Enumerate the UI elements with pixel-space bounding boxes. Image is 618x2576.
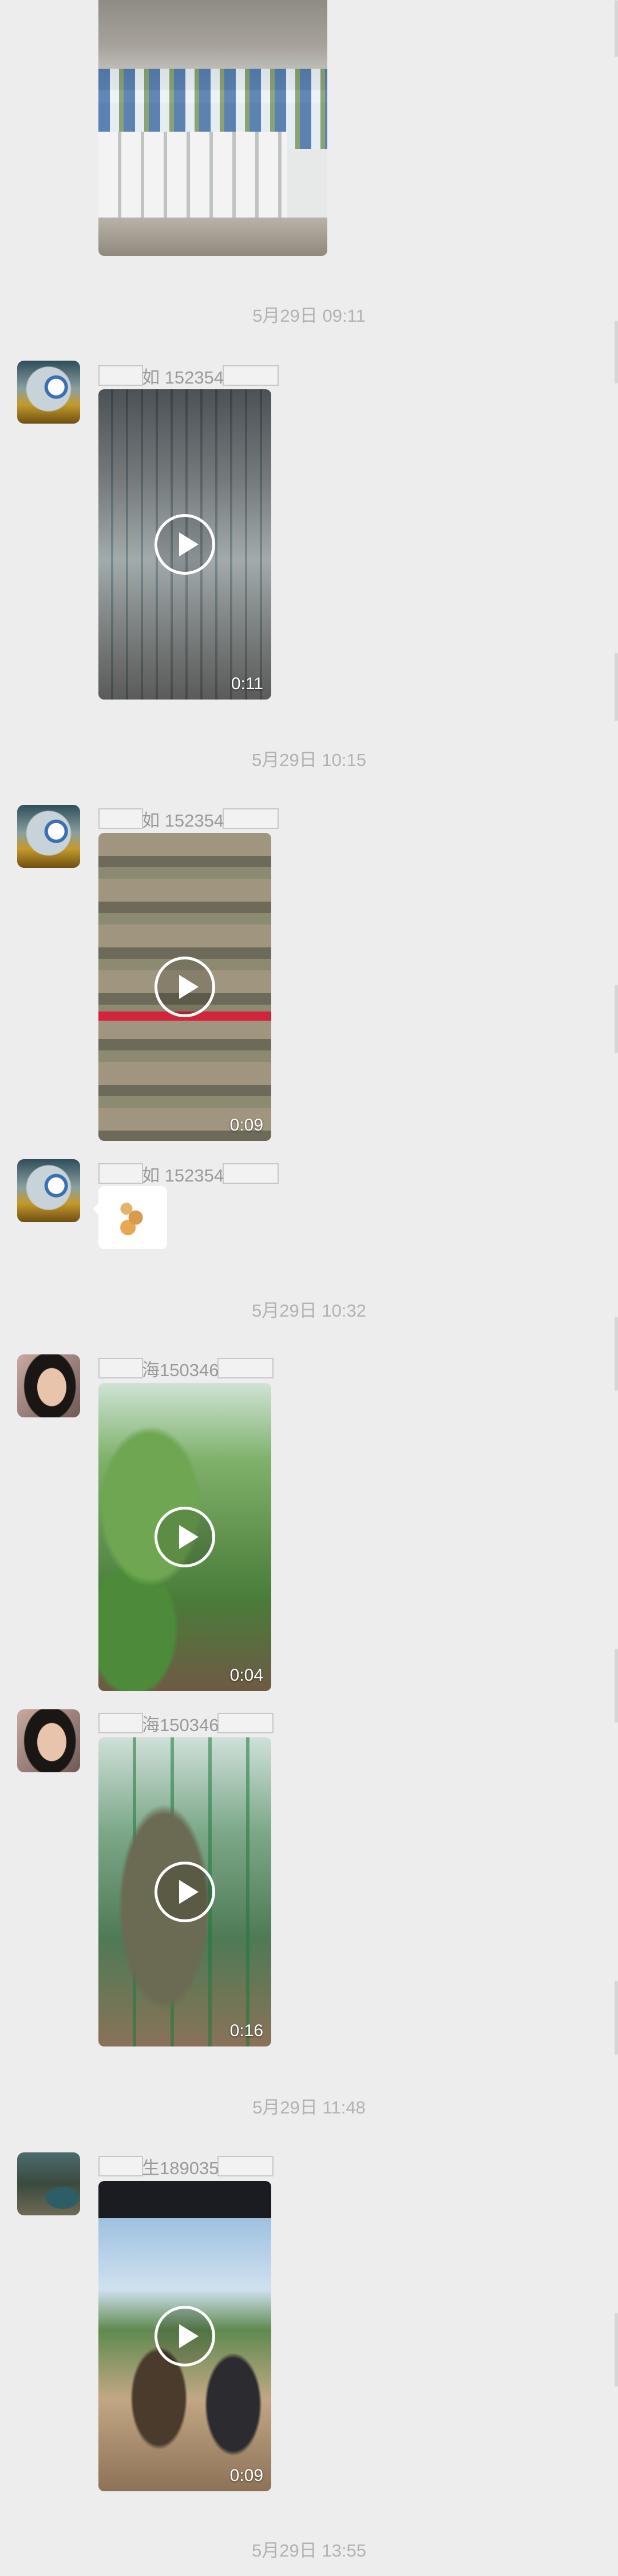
redacted-box [217, 1358, 274, 1378]
image-message[interactable] [98, 0, 327, 256]
sender-name-text: 生189035 [142, 2158, 219, 2178]
sender-name-text: 如 152354 [142, 367, 224, 388]
scroll-indicator [615, 1649, 618, 1723]
timestamp: 5月29日 11:48 [252, 2097, 366, 2117]
scroll-indicator [615, 985, 618, 1053]
timestamp: 5月29日 10:15 [252, 750, 366, 770]
redacted-box [98, 2156, 143, 2176]
scroll-indicator [615, 2313, 618, 2387]
redacted-box [223, 1163, 279, 1184]
redacted-box [98, 1163, 143, 1184]
avatar[interactable] [17, 2152, 80, 2215]
sender-name-text: 海150346 [142, 1714, 219, 1735]
video-message[interactable]: 0:09 [98, 833, 271, 1141]
sender-name: 如 152354 [98, 364, 279, 388]
video-duration: 0:04 [229, 1666, 263, 1685]
redacted-box [223, 365, 279, 386]
video-duration: 0:09 [229, 1116, 263, 1135]
redacted-box [98, 1713, 143, 1733]
scroll-indicator [615, 0, 618, 57]
scroll-indicator [615, 653, 618, 721]
avatar[interactable] [17, 361, 80, 424]
avatar[interactable] [17, 805, 80, 868]
image-content [98, 132, 287, 218]
play-icon[interactable] [154, 1507, 215, 1567]
sender-name-text: 如 152354 [142, 1165, 224, 1186]
redacted-box [98, 365, 143, 386]
avatar[interactable] [17, 1159, 80, 1222]
avatar[interactable] [17, 1354, 80, 1417]
sticker-icon [116, 1200, 146, 1235]
sender-name: 海150346 [98, 1357, 274, 1380]
redacted-box [98, 808, 143, 829]
play-icon[interactable] [154, 1862, 215, 1922]
redacted-box [217, 1713, 274, 1733]
scroll-indicator [615, 1317, 618, 1391]
video-message[interactable]: 0:11 [98, 389, 271, 700]
video-message[interactable]: 0:04 [98, 1383, 271, 1691]
redacted-box [217, 2156, 274, 2176]
sender-name: 生189035 [98, 2155, 274, 2178]
scroll-indicator [615, 321, 618, 384]
video-duration: 0:09 [229, 2466, 263, 2485]
image-content [98, 218, 327, 256]
timestamp: 5月29日 10:32 [252, 1301, 366, 1321]
timestamp: 5月29日 09:11 [252, 306, 366, 326]
avatar[interactable] [17, 1709, 80, 1772]
play-icon[interactable] [154, 957, 215, 1017]
redacted-box [223, 808, 279, 829]
play-icon[interactable] [154, 2306, 215, 2366]
scroll-indicator [615, 1981, 618, 2055]
sender-name: 如 152354 [98, 807, 279, 831]
sender-name-text: 如 152354 [142, 810, 224, 831]
video-message[interactable]: 0:16 [98, 1737, 271, 2046]
timestamp: 5月29日 13:55 [252, 2541, 366, 2561]
video-duration: 0:11 [231, 674, 263, 693]
video-message[interactable]: 0:09 [98, 2181, 271, 2491]
video-duration: 0:16 [229, 2021, 263, 2040]
sender-name: 如 152354 [98, 1162, 279, 1186]
redacted-box [98, 1358, 143, 1378]
play-icon[interactable] [154, 514, 215, 575]
sender-name: 海150346 [98, 1712, 274, 1735]
sticker-message[interactable] [93, 1186, 167, 1249]
sender-name-text: 海150346 [142, 1360, 219, 1380]
